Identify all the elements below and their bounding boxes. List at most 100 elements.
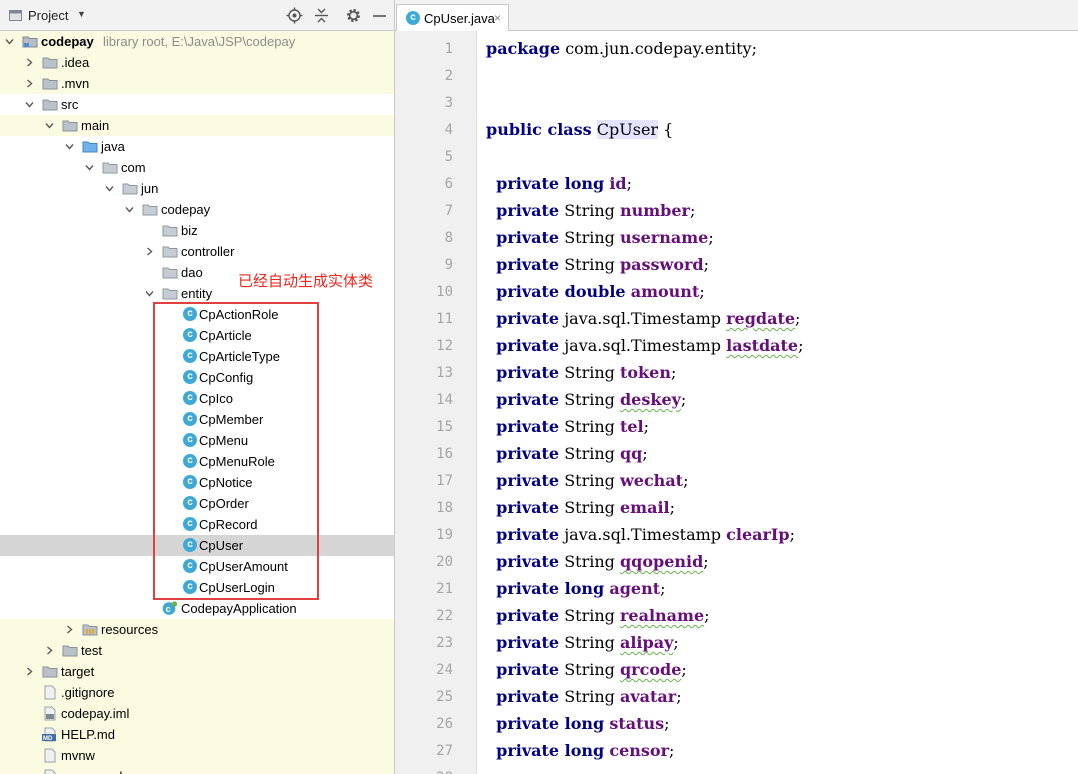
tree-item-cpmenurole[interactable]: c CpMenuRole <box>0 451 394 472</box>
tree-item-target[interactable]: target <box>0 661 394 682</box>
code-line: private String qq; <box>486 444 648 463</box>
project-toolbar: Project ▼ <box>0 0 394 31</box>
field-name: password <box>619 255 704 274</box>
class-icon: c <box>183 496 197 510</box>
code-token: String <box>559 363 620 382</box>
code-token: String <box>559 444 620 463</box>
tab-label: CpUser.java <box>424 11 495 26</box>
line-number: 16 <box>436 446 453 462</box>
line-number: 12 <box>436 338 453 354</box>
code-token: String <box>559 228 620 247</box>
tree-item-controller[interactable]: controller <box>0 241 394 262</box>
code-token: ; <box>798 336 804 355</box>
tree-item-java[interactable]: java <box>0 136 394 157</box>
tree-item-codepay[interactable]: codepay <box>0 199 394 220</box>
locate-target-icon[interactable] <box>286 7 303 24</box>
chevron-down-icon[interactable]: ▼ <box>77 9 86 19</box>
code-line: private java.sql.Timestamp lastdate; <box>486 336 803 355</box>
tree-item-cpico[interactable]: c CpIco <box>0 388 394 409</box>
chevron-right-icon[interactable] <box>144 245 155 256</box>
tree-item-test[interactable]: test <box>0 640 394 661</box>
chevron-down-icon[interactable] <box>24 98 35 109</box>
tree-item-help-md[interactable]: MD HELP.md <box>0 724 394 745</box>
line-number: 24 <box>436 662 453 678</box>
tree-item-cpuser[interactable]: c CpUser <box>0 535 394 556</box>
tree-item-cporder[interactable]: c CpOrder <box>0 493 394 514</box>
tree-item-src[interactable]: src <box>0 94 394 115</box>
chevron-down-icon[interactable] <box>104 182 115 193</box>
tree-item-com[interactable]: com <box>0 157 394 178</box>
chevron-right-icon[interactable] <box>24 77 35 88</box>
tree-item-label: jun <box>141 181 159 196</box>
close-icon[interactable]: × <box>494 11 501 25</box>
tree-item-mvnw-cmd[interactable]: mvnw.cmd <box>0 766 394 774</box>
tree-item-codepay[interactable]: codepay library root, E:\Java\JSP\codepay <box>0 31 394 52</box>
tree-item-jun[interactable]: jun <box>0 178 394 199</box>
tree-item-cpuserlogin[interactable]: c CpUserLogin <box>0 577 394 598</box>
field-name: qqopenid <box>619 552 704 571</box>
chevron-down-icon[interactable] <box>84 161 95 172</box>
project-view-title[interactable]: Project <box>28 8 68 23</box>
chevron-down-icon[interactable] <box>4 35 15 46</box>
tree-item-codepay-iml[interactable]: codepay.iml <box>0 703 394 724</box>
tree-item-cpactionrole[interactable]: c CpActionRole <box>0 304 394 325</box>
tree-item-label: CpUser <box>199 538 244 553</box>
line-number: 28 <box>395 770 453 774</box>
chevron-right-icon[interactable] <box>24 665 35 676</box>
tree-item-cprecord[interactable]: c CpRecord <box>0 514 394 535</box>
tree-item-label: test <box>81 643 102 658</box>
field-name: qq <box>619 444 643 463</box>
tree-item-cparticletype[interactable]: c CpArticleType <box>0 346 394 367</box>
tree-item-codepayapplication[interactable]: c CodepayApplication <box>0 598 394 619</box>
code-token: ; <box>683 471 689 490</box>
tree-item-cpmenu[interactable]: c CpMenu <box>0 430 394 451</box>
module-folder-icon <box>22 34 38 49</box>
code-token: ; <box>670 363 677 382</box>
svg-text:c: c <box>166 604 171 614</box>
code-token: String <box>559 417 620 436</box>
chevron-down-icon[interactable] <box>44 119 55 130</box>
code-token: String <box>559 471 620 490</box>
code-area[interactable]: package com.jun.codepay.entity; public cl… <box>478 31 1078 774</box>
tab-cpuser-java[interactable]: c CpUser.java × <box>396 4 509 31</box>
chevron-down-icon[interactable] <box>64 140 75 151</box>
markdown-file-icon: MD <box>42 727 58 742</box>
line-number: 21 <box>436 581 453 597</box>
chevron-down-icon[interactable] <box>124 203 135 214</box>
keyword: private long <box>496 741 605 760</box>
chevron-right-icon[interactable] <box>44 644 55 655</box>
tree-item-mvnw[interactable]: mvnw <box>0 745 394 766</box>
tree-item-label: CpUserLogin <box>199 580 275 595</box>
tree-item-biz[interactable]: biz <box>0 220 394 241</box>
tree-item-cpconfig[interactable]: c CpConfig <box>0 367 394 388</box>
code-token: ; <box>664 714 670 733</box>
line-number: 7 <box>444 203 453 219</box>
chevron-down-icon[interactable] <box>144 287 155 298</box>
tree-item-mvn[interactable]: .mvn <box>0 73 394 94</box>
tree-item-main[interactable]: main <box>0 115 394 136</box>
collapse-all-icon[interactable] <box>313 7 330 24</box>
code-token: ; <box>795 309 801 328</box>
tree-item-cpuseramount[interactable]: c CpUserAmount <box>0 556 394 577</box>
minimize-icon[interactable] <box>371 7 388 24</box>
tree-item-cpnotice[interactable]: c CpNotice <box>0 472 394 493</box>
line-number: 13 <box>436 365 453 381</box>
tree-item-gitignore[interactable]: .gitignore <box>0 682 394 703</box>
gear-icon[interactable] <box>345 7 362 24</box>
line-number: 8 <box>444 230 453 246</box>
tree-item-resources[interactable]: resources <box>0 619 394 640</box>
tree-item-cparticle[interactable]: c CpArticle <box>0 325 394 346</box>
tree-item-cpmember[interactable]: c CpMember <box>0 409 394 430</box>
keyword: private <box>496 228 560 247</box>
chevron-right-icon[interactable] <box>64 623 75 634</box>
chevron-right-icon[interactable] <box>24 56 35 67</box>
file-icon <box>42 748 58 763</box>
tree-item-idea[interactable]: .idea <box>0 52 394 73</box>
